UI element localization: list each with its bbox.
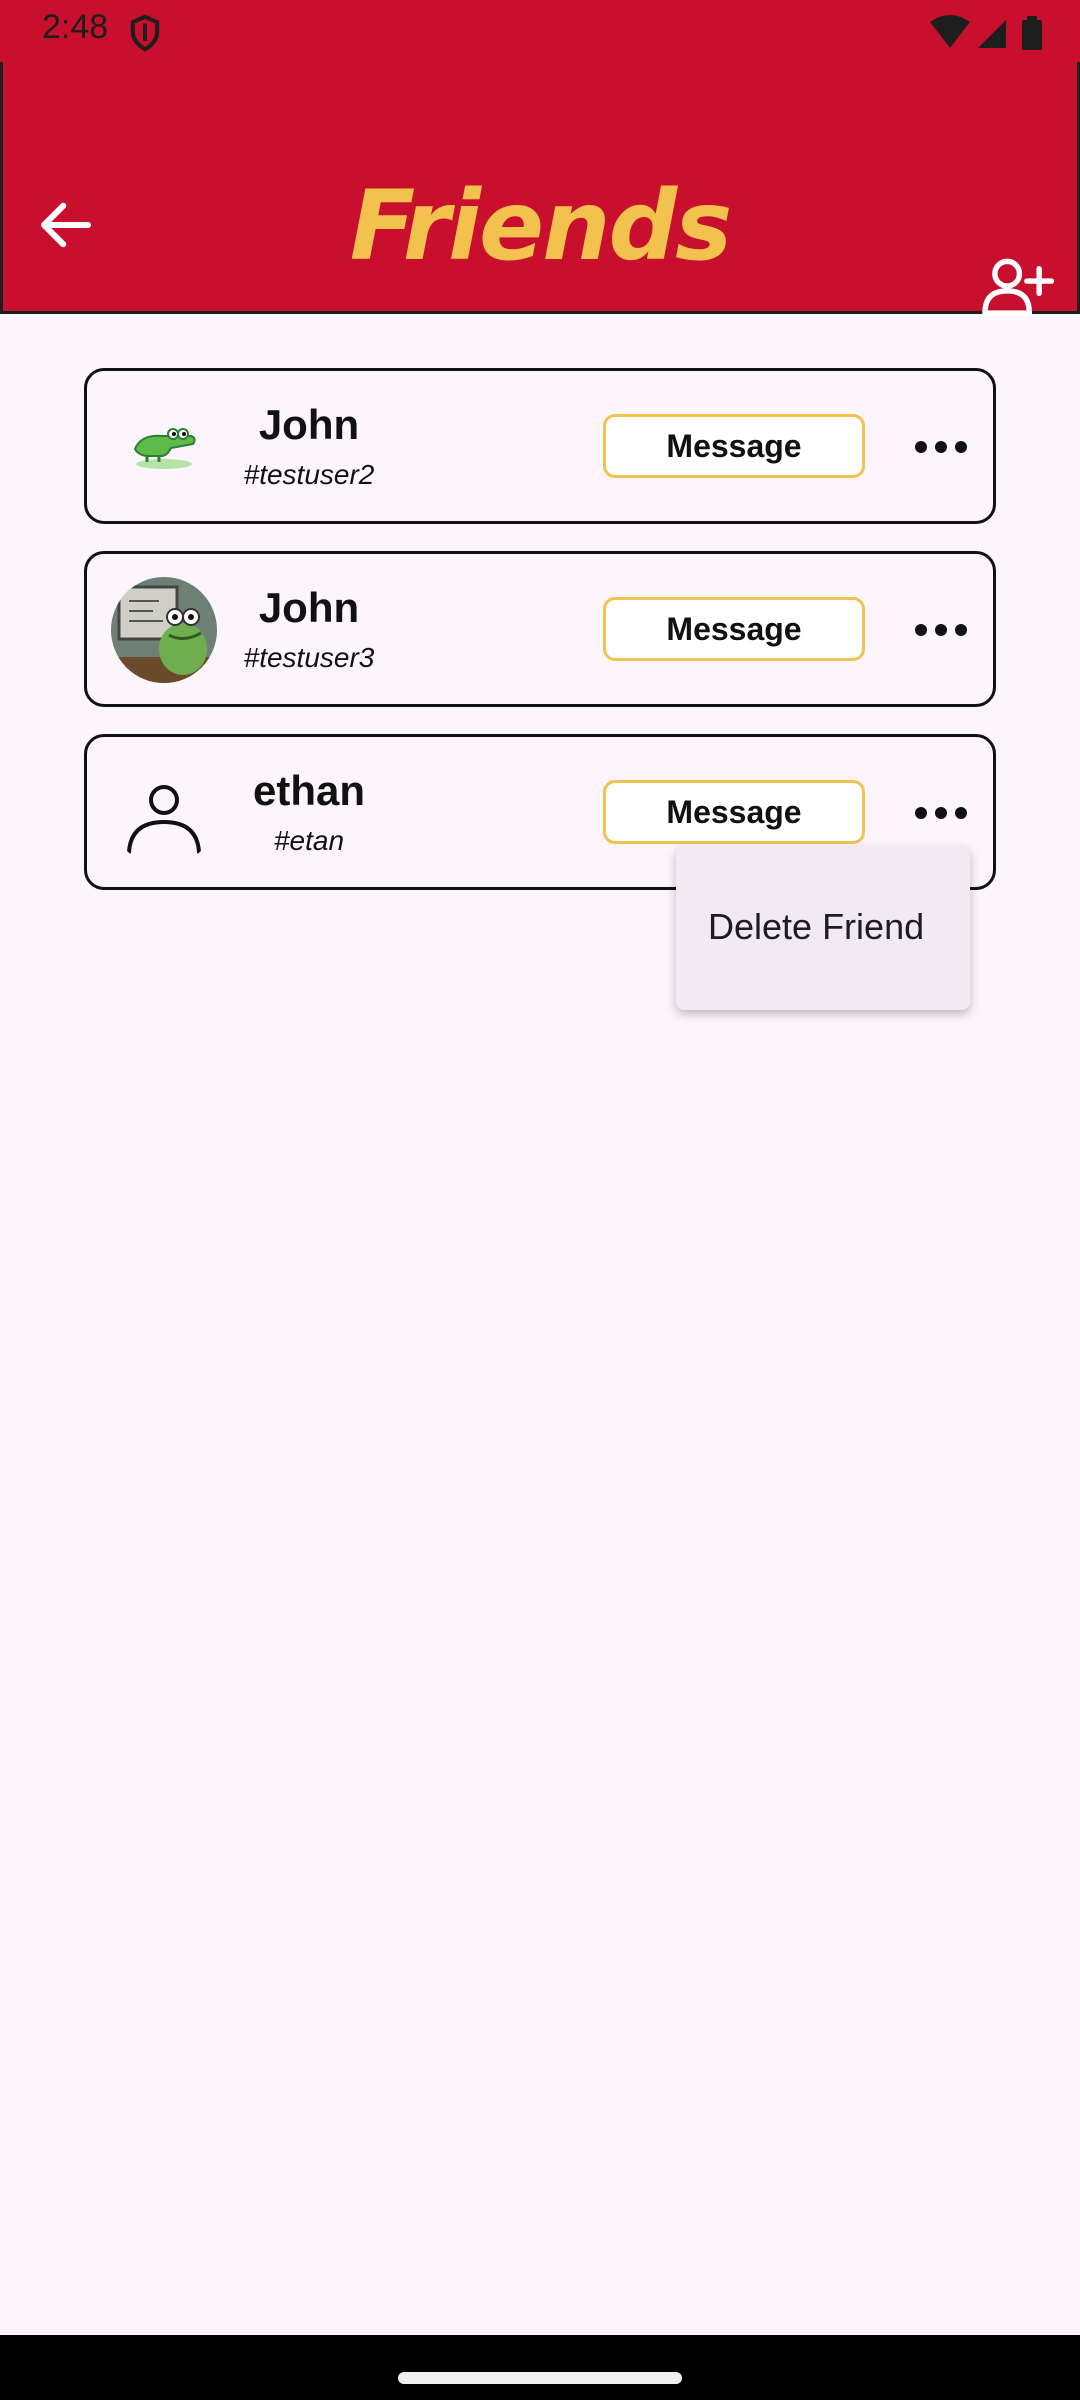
- more-horizontal-icon[interactable]: [913, 429, 969, 465]
- friend-name: John: [258, 584, 360, 631]
- message-button[interactable]: Message: [603, 780, 865, 844]
- friend-name: John: [258, 401, 360, 448]
- friend-handle: #testuser2: [243, 459, 375, 490]
- popup-menu: Delete Friend: [676, 846, 970, 1010]
- more-horizontal-icon[interactable]: [913, 795, 969, 831]
- friend-handle: #testuser3: [243, 642, 375, 673]
- friend-card[interactable]: John #testuser3 Message: [84, 551, 996, 707]
- signal-icon: [978, 20, 1006, 48]
- friend-list: John #testuser2 Message John #testuser3 …: [84, 368, 996, 917]
- home-gesture-handle[interactable]: [398, 2372, 682, 2384]
- delete-friend-menu-item[interactable]: Delete Friend: [708, 906, 924, 948]
- wifi-icon: [930, 15, 970, 48]
- status-icons: [930, 15, 1042, 50]
- crocodile-photo-avatar[interactable]: [111, 577, 217, 683]
- status-bar: 2:48: [0, 0, 1080, 62]
- status-time: 2:48: [42, 8, 109, 46]
- message-button[interactable]: Message: [603, 414, 865, 478]
- friend-handle: #etan: [273, 825, 345, 856]
- battery-icon: [1022, 16, 1042, 50]
- more-horizontal-icon[interactable]: [913, 612, 969, 648]
- crocodile-avatar[interactable]: [111, 394, 217, 500]
- friend-card[interactable]: John #testuser2 Message: [84, 368, 996, 524]
- page-title: Friends: [349, 170, 733, 282]
- navigation-bar: [0, 2335, 1080, 2400]
- shield-icon: [130, 14, 160, 52]
- message-button[interactable]: Message: [603, 597, 865, 661]
- person-outline-avatar[interactable]: [111, 760, 217, 866]
- friend-name: ethan: [252, 767, 365, 814]
